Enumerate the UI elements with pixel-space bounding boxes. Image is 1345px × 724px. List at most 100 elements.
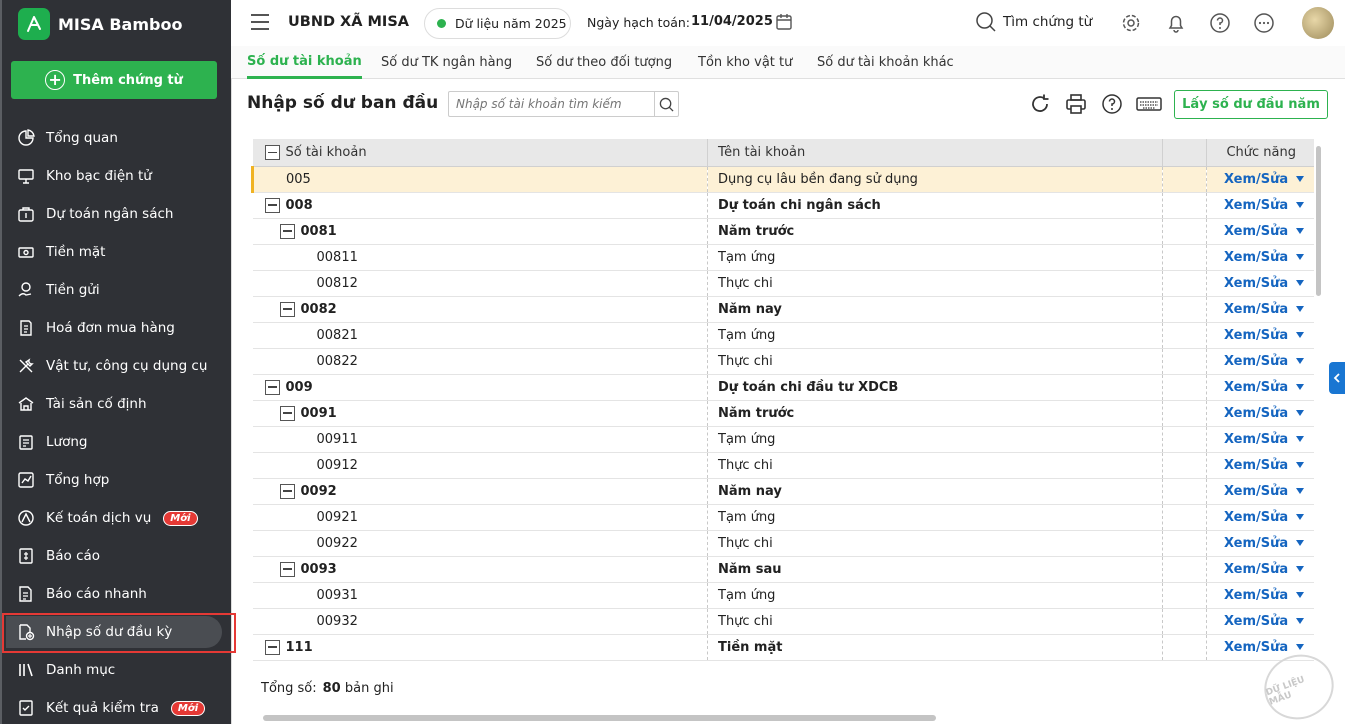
- tab-3[interactable]: Tồn kho vật tư: [698, 46, 792, 79]
- sidebar-item-13[interactable]: Nhập số dư đầu kỳ: [2, 613, 236, 653]
- view-edit-link[interactable]: Xem/Sửa: [1224, 458, 1288, 473]
- dropdown-caret-icon[interactable]: [1296, 540, 1305, 546]
- view-edit-link[interactable]: Xem/Sửa: [1224, 354, 1288, 369]
- help-icon[interactable]: [1101, 93, 1123, 115]
- table-row[interactable]: 0081 Năm trước Xem/Sửa: [252, 218, 1314, 245]
- sidebar-item-4[interactable]: Tiền gửi: [2, 271, 231, 309]
- refresh-icon[interactable]: [1029, 93, 1051, 115]
- sidebar-item-1[interactable]: Kho bạc điện tử: [2, 157, 231, 195]
- sidebar-item-15[interactable]: Kết quả kiểm tra Mới: [2, 689, 231, 724]
- collapse-row-icon[interactable]: [279, 483, 295, 499]
- view-edit-link[interactable]: Xem/Sửa: [1224, 276, 1288, 291]
- sidebar-item-5[interactable]: Hoá đơn mua hàng: [2, 309, 231, 347]
- view-edit-link[interactable]: Xem/Sửa: [1224, 406, 1288, 421]
- settings-gear-icon[interactable]: [1120, 12, 1142, 34]
- column-header-name[interactable]: Tên tài khoản: [707, 139, 1163, 167]
- sidebar-item-8[interactable]: Lương: [2, 423, 231, 461]
- view-edit-link[interactable]: Xem/Sửa: [1224, 562, 1288, 577]
- view-edit-link[interactable]: Xem/Sửa: [1224, 432, 1288, 447]
- view-edit-link[interactable]: Xem/Sửa: [1224, 380, 1288, 395]
- search-documents[interactable]: Tìm chứng từ: [975, 11, 1092, 33]
- column-header-account[interactable]: Số tài khoản: [252, 139, 708, 167]
- sidebar-item-12[interactable]: Báo cáo nhanh: [2, 575, 231, 613]
- collapse-all-icon[interactable]: [264, 144, 280, 160]
- account-search-input[interactable]: [449, 92, 654, 116]
- table-row[interactable]: 111 Tiền mặt Xem/Sửa: [252, 634, 1314, 661]
- dropdown-caret-icon[interactable]: [1296, 644, 1305, 650]
- dropdown-caret-icon[interactable]: [1296, 384, 1305, 390]
- tab-0[interactable]: Số dư tài khoản: [247, 46, 362, 79]
- organization-name[interactable]: UBND XÃ MISA: [288, 14, 409, 30]
- keyboard-shortcut-icon[interactable]: [1136, 93, 1162, 115]
- collapse-row-icon[interactable]: [264, 379, 280, 395]
- dropdown-caret-icon[interactable]: [1296, 176, 1305, 182]
- collapse-row-icon[interactable]: [264, 197, 280, 213]
- dropdown-caret-icon[interactable]: [1296, 358, 1305, 364]
- dropdown-caret-icon[interactable]: [1296, 436, 1305, 442]
- table-row[interactable]: 00822 Thực chi Xem/Sửa: [252, 348, 1314, 375]
- help-icon[interactable]: [1209, 12, 1231, 34]
- table-row[interactable]: 00811 Tạm ứng Xem/Sửa: [252, 244, 1314, 271]
- table-row[interactable]: 0092 Năm nay Xem/Sửa: [252, 478, 1314, 505]
- menu-icon[interactable]: [251, 14, 269, 30]
- collapse-row-icon[interactable]: [279, 561, 295, 577]
- table-row[interactable]: 0091 Năm trước Xem/Sửa: [252, 400, 1314, 427]
- user-avatar[interactable]: [1302, 7, 1334, 39]
- dropdown-caret-icon[interactable]: [1296, 254, 1305, 260]
- brand[interactable]: MISA Bamboo: [18, 8, 182, 40]
- dropdown-caret-icon[interactable]: [1296, 202, 1305, 208]
- view-edit-link[interactable]: Xem/Sửa: [1224, 198, 1288, 213]
- tab-4[interactable]: Số dư tài khoản khác: [817, 46, 954, 79]
- table-row[interactable]: 00921 Tạm ứng Xem/Sửa: [252, 504, 1314, 531]
- table-row[interactable]: 0093 Năm sau Xem/Sửa: [252, 556, 1314, 583]
- dropdown-caret-icon[interactable]: [1296, 228, 1305, 234]
- vertical-scrollbar[interactable]: [1316, 146, 1321, 296]
- search-button[interactable]: [654, 92, 678, 116]
- view-edit-link[interactable]: Xem/Sửa: [1224, 510, 1288, 525]
- collapse-row-icon[interactable]: [279, 223, 295, 239]
- dropdown-caret-icon[interactable]: [1296, 410, 1305, 416]
- table-row[interactable]: 00812 Thực chi Xem/Sửa: [252, 270, 1314, 297]
- sidebar-item-0[interactable]: Tổng quan: [2, 119, 231, 157]
- table-row[interactable]: 00911 Tạm ứng Xem/Sửa: [252, 426, 1314, 453]
- dropdown-caret-icon[interactable]: [1296, 618, 1305, 624]
- view-edit-link[interactable]: Xem/Sửa: [1224, 172, 1288, 187]
- sidebar-item-7[interactable]: Tài sản cố định: [2, 385, 231, 423]
- more-options-icon[interactable]: [1253, 12, 1275, 34]
- table-row[interactable]: 00922 Thực chi Xem/Sửa: [252, 530, 1314, 557]
- table-row[interactable]: 00821 Tạm ứng Xem/Sửa: [252, 322, 1314, 349]
- dropdown-caret-icon[interactable]: [1296, 462, 1305, 468]
- collapse-row-icon[interactable]: [264, 639, 280, 655]
- table-row[interactable]: 008 Dự toán chi ngân sách Xem/Sửa: [252, 192, 1314, 219]
- dropdown-caret-icon[interactable]: [1296, 488, 1305, 494]
- sidebar-item-10[interactable]: Kế toán dịch vụ Mới: [2, 499, 231, 537]
- table-row[interactable]: 009 Dự toán chi đầu tư XDCB Xem/Sửa: [252, 374, 1314, 401]
- table-row[interactable]: 00932 Thực chi Xem/Sửa: [252, 608, 1314, 635]
- collapse-side-panel-button[interactable]: [1329, 362, 1345, 394]
- view-edit-link[interactable]: Xem/Sửa: [1224, 536, 1288, 551]
- tab-1[interactable]: Số dư TK ngân hàng: [381, 46, 512, 79]
- sidebar-item-9[interactable]: Tổng hợp: [2, 461, 231, 499]
- view-edit-link[interactable]: Xem/Sửa: [1224, 484, 1288, 499]
- view-edit-link[interactable]: Xem/Sửa: [1224, 224, 1288, 239]
- collapse-row-icon[interactable]: [279, 405, 295, 421]
- dropdown-caret-icon[interactable]: [1296, 280, 1305, 286]
- view-edit-link[interactable]: Xem/Sửa: [1224, 614, 1288, 629]
- table-row[interactable]: 00912 Thực chi Xem/Sửa: [252, 452, 1314, 479]
- view-edit-link[interactable]: Xem/Sửa: [1224, 588, 1288, 603]
- dropdown-caret-icon[interactable]: [1296, 592, 1305, 598]
- table-row[interactable]: 005 Dụng cụ lâu bền đang sử dụng Xem/Sửa: [251, 166, 1314, 193]
- dropdown-caret-icon[interactable]: [1296, 306, 1305, 312]
- sidebar-item-3[interactable]: Tiền mặt: [2, 233, 231, 271]
- data-year-selector[interactable]: Dữ liệu năm 2025: [424, 8, 571, 39]
- table-row[interactable]: 0082 Năm nay Xem/Sửa: [252, 296, 1314, 323]
- add-document-button[interactable]: + Thêm chứng từ: [11, 61, 217, 99]
- sidebar-item-6[interactable]: Vật tư, công cụ dụng cụ: [2, 347, 231, 385]
- sidebar-item-14[interactable]: Danh mục: [2, 651, 231, 689]
- horizontal-scrollbar[interactable]: [263, 715, 936, 721]
- calendar-icon[interactable]: [774, 12, 794, 36]
- view-edit-link[interactable]: Xem/Sửa: [1224, 640, 1288, 655]
- sidebar-item-2[interactable]: Dự toán ngân sách: [2, 195, 231, 233]
- tab-2[interactable]: Số dư theo đối tượng: [536, 46, 672, 79]
- print-icon[interactable]: [1065, 93, 1087, 115]
